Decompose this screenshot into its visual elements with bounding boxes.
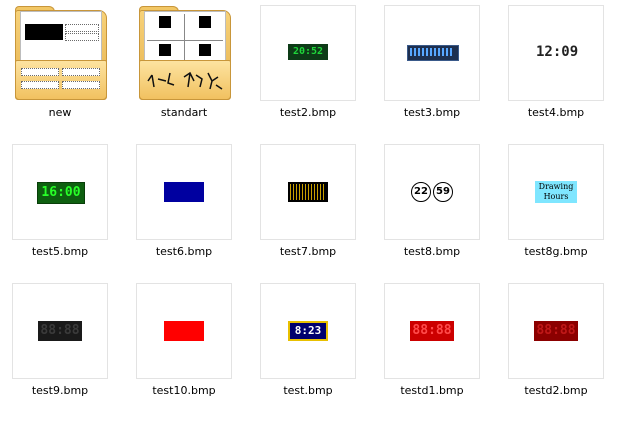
- digital-clock-display: 20:52: [288, 44, 328, 60]
- file-item-test3[interactable]: test3.bmp: [372, 5, 492, 130]
- digital-clock-display: 88:88: [38, 321, 82, 341]
- folder-icon: [136, 5, 231, 100]
- file-item-test8g[interactable]: Drawing Hours test8g.bmp: [496, 144, 616, 269]
- file-item-testd2[interactable]: 88:88 testd2.bmp: [496, 283, 616, 408]
- file-item-test10[interactable]: test10.bmp: [124, 283, 244, 408]
- file-name: test8g.bmp: [524, 245, 588, 258]
- digital-clock-display: 8:23: [288, 321, 328, 341]
- bitmap-thumbnail-icon: Drawing Hours: [508, 144, 604, 240]
- bitmap-thumbnail-icon: [384, 5, 480, 101]
- file-name: test3.bmp: [403, 106, 461, 119]
- file-name: test6.bmp: [155, 245, 213, 258]
- bitmap-thumbnail-icon: [136, 144, 232, 240]
- file-item-test2[interactable]: 20:52 test2.bmp: [248, 5, 368, 130]
- drawing-text: Drawing: [538, 182, 574, 191]
- file-name: testd2.bmp: [524, 384, 588, 397]
- bitmap-thumbnail-icon: 88:88: [12, 283, 108, 379]
- folder-icon: [12, 5, 107, 100]
- file-name: test5.bmp: [31, 245, 89, 258]
- file-item-test6[interactable]: test6.bmp: [124, 144, 244, 269]
- file-item-testd1[interactable]: 88:88 testd1.bmp: [372, 283, 492, 408]
- file-name: standart: [160, 106, 208, 119]
- file-name: test7.bmp: [279, 245, 337, 258]
- file-name: test8.bmp: [403, 245, 461, 258]
- bitmap-thumbnail-icon: 16:00: [12, 144, 108, 240]
- bitmap-thumbnail-icon: 88:88: [384, 283, 480, 379]
- file-name: new: [48, 106, 72, 119]
- minutes-circle: 59: [433, 182, 453, 202]
- bitmap-thumbnail-icon: 20:52: [260, 5, 356, 101]
- hours-text: Hours: [543, 192, 569, 201]
- bitmap-thumbnail-icon: 8:23: [260, 283, 356, 379]
- file-item-test5[interactable]: 16:00 test5.bmp: [0, 144, 120, 269]
- digital-clock-display: 16:00: [37, 182, 85, 204]
- file-item-test4[interactable]: 12:09 test4.bmp: [496, 5, 616, 130]
- file-name: test10.bmp: [152, 384, 216, 397]
- file-item-new[interactable]: new: [0, 5, 120, 130]
- bitmap-thumbnail-icon: [136, 283, 232, 379]
- file-name: test.bmp: [283, 384, 333, 397]
- bitmap-thumbnail-icon: 22 59: [384, 144, 480, 240]
- file-item-test7[interactable]: test7.bmp: [248, 144, 368, 269]
- file-name: test4.bmp: [527, 106, 585, 119]
- bitmap-thumbnail-icon: 12:09: [508, 5, 604, 101]
- bitmap-thumbnail-icon: [260, 144, 356, 240]
- digital-clock-display: 88:88: [534, 321, 578, 341]
- digital-clock-display: 12:09: [536, 44, 579, 60]
- file-name: testd1.bmp: [400, 384, 464, 397]
- file-item-test8[interactable]: 22 59 test8.bmp: [372, 144, 492, 269]
- file-item-standart[interactable]: standart: [124, 5, 244, 130]
- file-item-test9[interactable]: 88:88 test9.bmp: [0, 283, 120, 408]
- bitmap-thumbnail-icon: 88:88: [508, 283, 604, 379]
- file-item-test[interactable]: 8:23 test.bmp: [248, 283, 368, 408]
- file-name: test2.bmp: [279, 106, 337, 119]
- hours-circle: 22: [411, 182, 431, 202]
- file-name: test9.bmp: [31, 384, 89, 397]
- digital-clock-display: 88:88: [410, 321, 454, 341]
